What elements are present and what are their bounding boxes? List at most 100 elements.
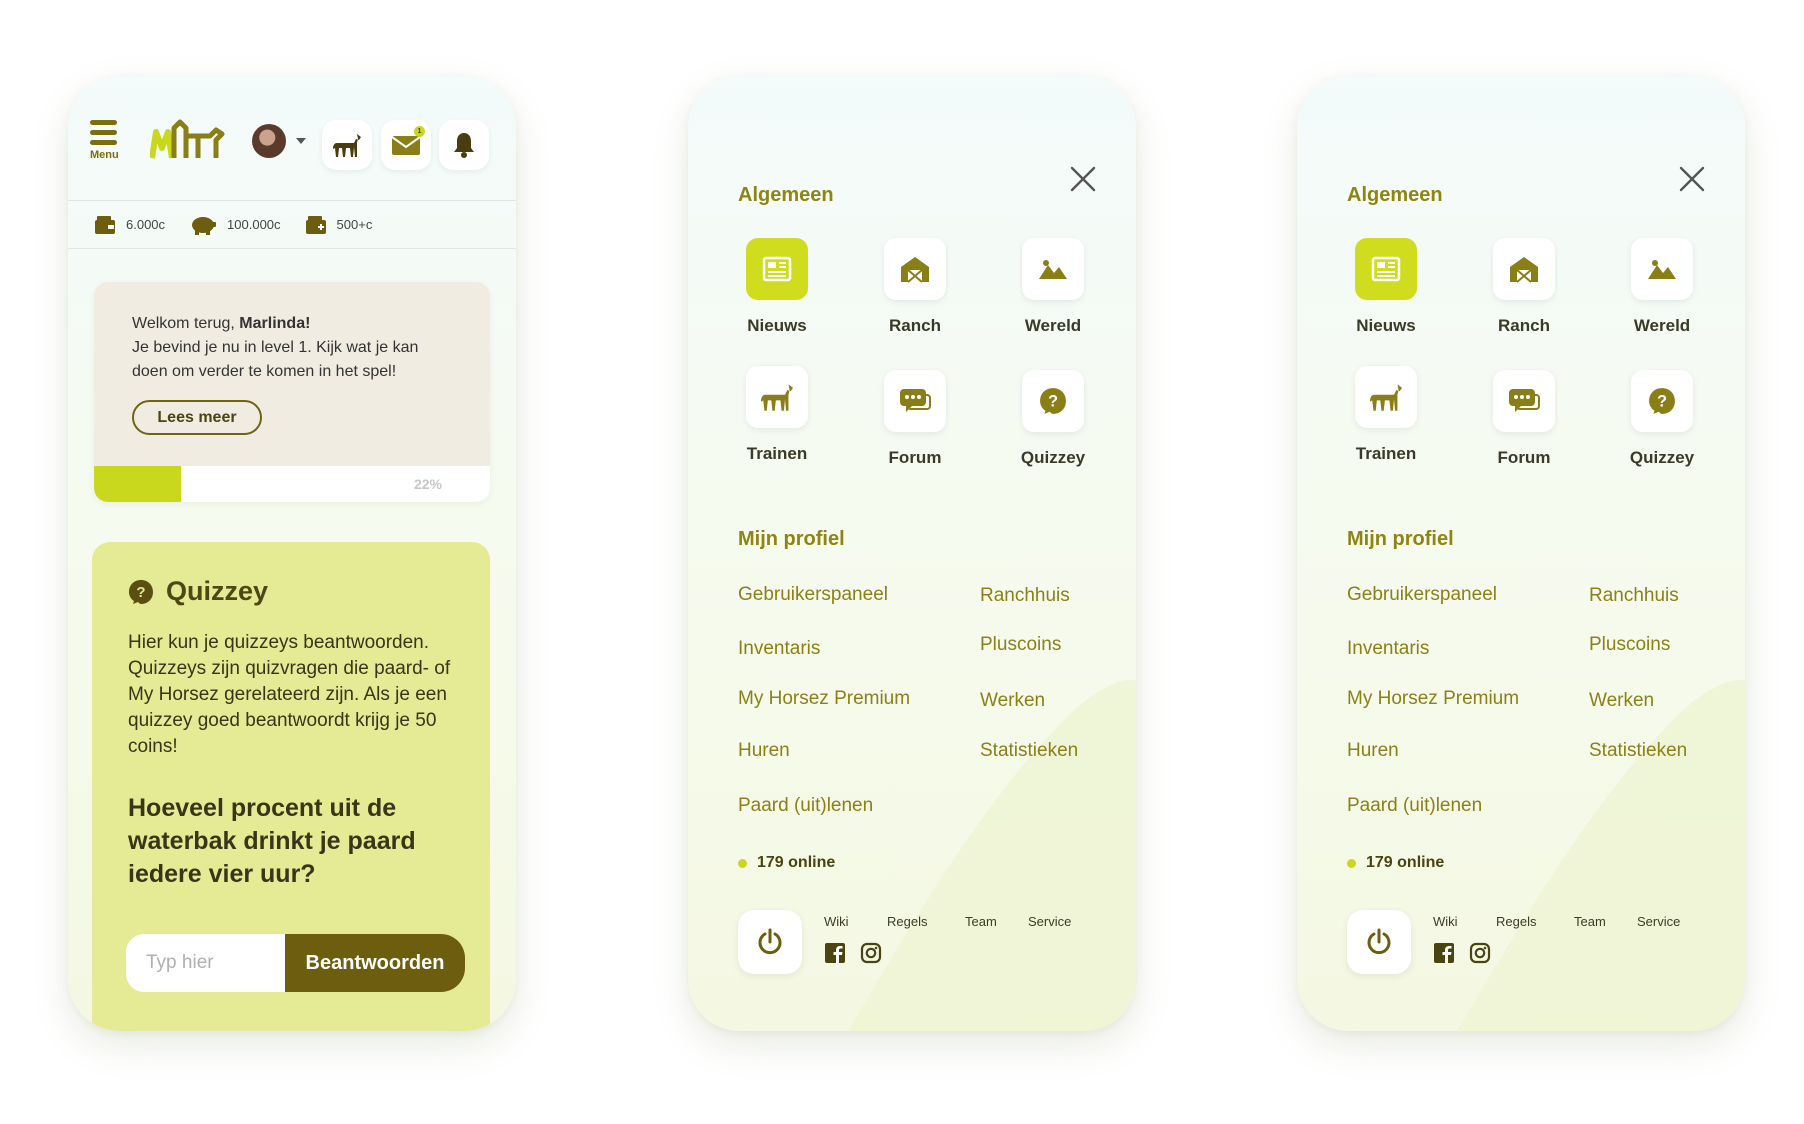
section-title-profile: Mijn profiel	[738, 528, 845, 550]
question-icon: ?	[1040, 388, 1066, 414]
link-uitlenen[interactable]: Paard (uit)lenen	[1347, 795, 1482, 817]
forum-icon	[900, 389, 931, 412]
tile-label: Forum	[1497, 448, 1551, 467]
tile-trainen[interactable]: Trainen	[1331, 366, 1441, 464]
link-service[interactable]: Service	[1028, 914, 1071, 929]
tile-label: Quizzey	[1629, 448, 1695, 467]
tile-nieuws[interactable]: Nieuws	[722, 238, 832, 336]
svg-text:?: ?	[1048, 392, 1058, 410]
svg-text:?: ?	[1657, 392, 1667, 410]
logo-icon[interactable]	[150, 118, 234, 164]
notifications-button[interactable]	[439, 120, 489, 170]
background-wave	[1457, 679, 1745, 1031]
section-title-general: Algemeen	[1347, 184, 1443, 206]
tile-trainen[interactable]: Trainen	[722, 366, 832, 464]
online-count: 179 online	[1366, 854, 1445, 871]
link-premium[interactable]: My Horsez Premium	[1347, 688, 1519, 710]
online-dot	[1347, 858, 1356, 868]
facebook-icon[interactable]	[1433, 942, 1455, 964]
mail-button[interactable]: 1	[381, 120, 431, 170]
link-gebruikerspaneel[interactable]: Gebruikerspaneel	[738, 584, 888, 606]
tile-ranch[interactable]: Ranch	[1469, 238, 1579, 336]
link-team[interactable]: Team	[965, 914, 997, 929]
link-team[interactable]: Team	[1574, 914, 1606, 929]
hamburger-icon	[90, 120, 117, 125]
link-regels[interactable]: Regels	[887, 914, 927, 929]
tile-wereld[interactable]: Wereld	[1607, 238, 1717, 336]
link-huren[interactable]: Huren	[1347, 740, 1399, 762]
tile-label: Wereld	[1633, 316, 1691, 335]
link-werken[interactable]: Werken	[1589, 690, 1654, 712]
tile-quizzey[interactable]: ? Quizzey	[998, 370, 1108, 468]
news-icon	[762, 256, 792, 282]
tile-label: Trainen	[746, 444, 808, 463]
link-wiki[interactable]: Wiki	[1433, 914, 1458, 929]
piggy-bank-icon	[192, 216, 217, 235]
online-dot	[738, 858, 747, 868]
tile-quizzey[interactable]: ? Quizzey	[1607, 370, 1717, 468]
link-inventaris[interactable]: Inventaris	[738, 638, 820, 660]
close-icon[interactable]	[1068, 164, 1098, 194]
instagram-icon[interactable]	[860, 942, 882, 964]
welcome-text: Welkom terug, Marlinda! Je bevind je nu …	[94, 282, 454, 384]
logout-button[interactable]	[1347, 910, 1411, 974]
link-gebruikerspaneel[interactable]: Gebruikerspaneel	[1347, 584, 1497, 606]
avatar-dropdown[interactable]	[252, 124, 312, 164]
link-statistieken[interactable]: Statistieken	[1589, 740, 1687, 762]
facebook-icon[interactable]	[824, 942, 846, 964]
wallet-plus-icon	[305, 215, 326, 234]
link-huren[interactable]: Huren	[738, 740, 790, 762]
menu-screen-alt: Algemeen Nieuws Ranch Wereld Trainen For…	[1297, 76, 1745, 1031]
instagram-icon[interactable]	[1469, 942, 1491, 964]
quizzey-description: Hier kun je quizzeys beantwoorden. Quizz…	[128, 632, 451, 757]
link-uitlenen[interactable]: Paard (uit)lenen	[738, 795, 873, 817]
world-icon	[1039, 260, 1067, 279]
ranch-icon	[901, 257, 929, 283]
link-service[interactable]: Service	[1637, 914, 1680, 929]
link-inventaris[interactable]: Inventaris	[1347, 638, 1429, 660]
caret-down-icon	[296, 138, 306, 144]
welcome-card: Welkom terug, Marlinda! Je bevind je nu …	[94, 282, 490, 502]
world-icon	[1648, 260, 1676, 279]
link-statistieken[interactable]: Statistieken	[980, 740, 1078, 762]
close-icon[interactable]	[1677, 164, 1707, 194]
tile-ranch[interactable]: Ranch	[860, 238, 970, 336]
tile-nieuws[interactable]: Nieuws	[1331, 238, 1441, 336]
answer-button[interactable]: Beantwoorden	[285, 934, 465, 992]
link-wiki[interactable]: Wiki	[824, 914, 849, 929]
link-ranchhuis[interactable]: Ranchhuis	[1589, 585, 1679, 607]
link-pluscoins[interactable]: Pluscoins	[980, 634, 1061, 656]
power-icon	[758, 928, 782, 955]
logout-button[interactable]	[738, 910, 802, 974]
quizzey-title: Quizzey	[166, 576, 269, 606]
question-icon: ?	[129, 579, 153, 604]
user-name: Marlinda!	[239, 315, 311, 332]
link-premium[interactable]: My Horsez Premium	[738, 688, 910, 710]
forum-icon	[1509, 389, 1540, 412]
menu-screen: Algemeen Nieuws Ranch Wereld Trainen For…	[688, 76, 1136, 1031]
hamburger-icon	[90, 130, 117, 135]
wallet-coins: 6.000c	[94, 215, 165, 235]
tile-forum[interactable]: Forum	[860, 370, 970, 468]
wallet-pluscoins: 500+c	[305, 215, 373, 235]
wallet-icon	[95, 215, 115, 234]
wallet-bar: 6.000c 100.000c 500+c	[68, 200, 516, 249]
dashboard-screen: Menu 1 6.000c 100.000c 500+c Welkom teru…	[68, 76, 516, 1031]
link-pluscoins[interactable]: Pluscoins	[1589, 634, 1670, 656]
horse-button[interactable]	[322, 120, 372, 170]
horse-icon	[1370, 384, 1402, 411]
horse-icon	[333, 134, 361, 157]
online-count: 179 online	[757, 854, 836, 871]
mail-badge: 1	[414, 126, 425, 137]
answer-input[interactable]	[126, 934, 286, 992]
tile-forum[interactable]: Forum	[1469, 370, 1579, 468]
link-regels[interactable]: Regels	[1496, 914, 1536, 929]
power-icon	[1367, 928, 1391, 955]
tile-wereld[interactable]: Wereld	[998, 238, 1108, 336]
wallet-pluscoins-value: 500+c	[336, 217, 373, 232]
read-more-button[interactable]: Lees meer	[132, 400, 262, 435]
level-progress-fill	[94, 466, 182, 502]
menu-button[interactable]: Menu	[90, 120, 130, 172]
link-werken[interactable]: Werken	[980, 690, 1045, 712]
link-ranchhuis[interactable]: Ranchhuis	[980, 585, 1070, 607]
